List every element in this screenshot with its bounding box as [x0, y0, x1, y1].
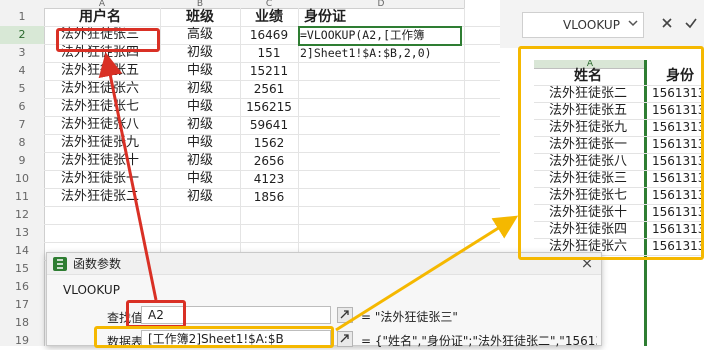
annotation-arrows	[98, 52, 519, 332]
red-arrow	[98, 52, 158, 301]
yellow-arrow	[335, 215, 519, 332]
